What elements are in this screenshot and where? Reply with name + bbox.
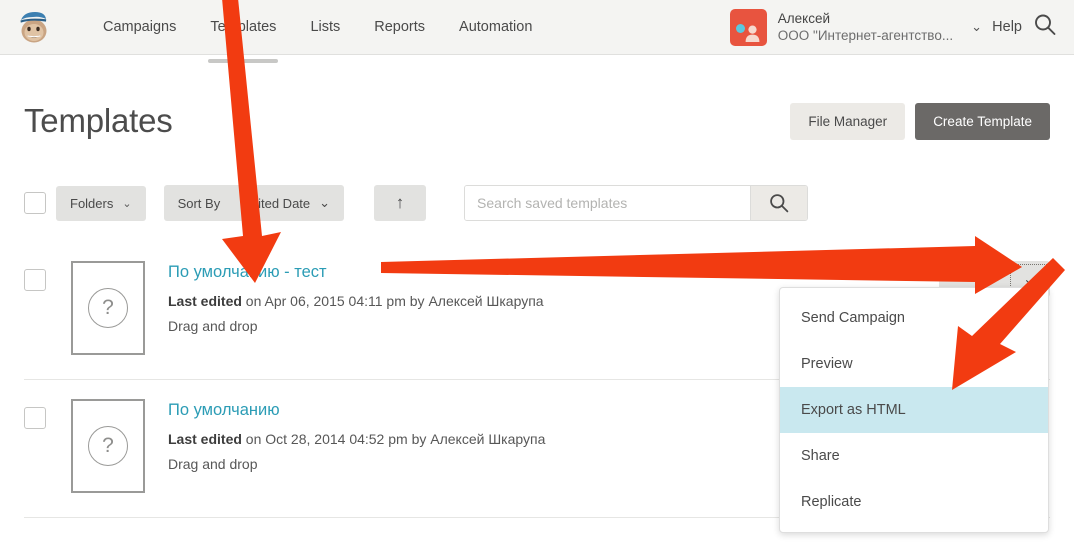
sort-direction-button[interactable]: ↑ [374, 185, 426, 221]
nav-label-campaigns: Campaigns [103, 19, 176, 35]
template-thumbnail: ? [71, 399, 145, 493]
menu-item-send-campaign[interactable]: Send Campaign [780, 295, 1048, 341]
menu-item-share[interactable]: Share [780, 433, 1048, 479]
account-text: Алексей ООО "Интернет-агентство... [778, 10, 953, 45]
avatar [730, 9, 767, 46]
search-input[interactable] [465, 186, 750, 220]
folders-dropdown[interactable]: Folders ⌄ [56, 186, 146, 221]
chevron-down-icon: ⌄ [319, 195, 330, 211]
search-templates-box [464, 185, 808, 221]
nav-label-reports: Reports [374, 19, 425, 35]
nav-label-lists: Lists [310, 19, 340, 35]
last-edited-value: on Apr 06, 2015 04:11 pm by Алексей Шкар… [242, 293, 544, 309]
folders-label: Folders [70, 196, 113, 211]
create-template-button[interactable]: Create Template [915, 103, 1050, 140]
template-type: Drag and drop [168, 456, 545, 472]
templates-toolbar: Folders ⌄ Sort By Edited Date ⌄ ↑ [24, 185, 1050, 221]
template-last-edited: Last edited on Apr 06, 2015 04:11 pm by … [168, 293, 544, 309]
question-mark-icon: ? [88, 426, 128, 466]
template-name-link[interactable]: По умолчанию - тест [168, 263, 327, 282]
menu-item-replicate[interactable]: Replicate [780, 479, 1048, 525]
search-icon [769, 193, 789, 213]
mailchimp-logo-icon[interactable] [14, 7, 54, 47]
page-title: Templates [24, 102, 173, 140]
row-checkbox[interactable] [24, 269, 46, 291]
template-name-link[interactable]: По умолчанию [168, 401, 280, 420]
chevron-down-icon: ⌄ [122, 197, 131, 210]
row-checkbox[interactable] [24, 407, 46, 429]
last-edited-label: Last edited [168, 431, 242, 447]
top-navigation-bar: Campaigns Templates Lists Reports Automa… [0, 0, 1074, 55]
chevron-down-icon[interactable]: ⌄ [971, 19, 982, 35]
template-last-edited: Last edited on Oct 28, 2014 04:52 pm by … [168, 431, 545, 447]
sort-by-group: Sort By Edited Date ⌄ [164, 185, 344, 221]
nav-item-campaigns[interactable]: Campaigns [86, 0, 193, 54]
menu-item-export-as-html[interactable]: Export as HTML [780, 387, 1048, 433]
nav-label-templates: Templates [210, 19, 276, 35]
template-type: Drag and drop [168, 318, 544, 334]
search-submit-button[interactable] [750, 186, 807, 220]
row-options-dropdown-menu: Send Campaign Preview Export as HTML Sha… [779, 287, 1049, 533]
help-link[interactable]: Help [992, 19, 1022, 35]
nav-label-automation: Automation [459, 19, 532, 35]
sort-by-dropdown[interactable]: Edited Date ⌄ [232, 185, 344, 221]
select-all-checkbox[interactable] [24, 192, 46, 214]
search-icon[interactable] [1034, 14, 1056, 41]
account-org: ООО "Интернет-агентство... [778, 27, 953, 44]
nav-item-lists[interactable]: Lists [293, 0, 357, 54]
page-header-actions: File Manager Create Template [790, 103, 1050, 140]
nav-item-automation[interactable]: Automation [442, 0, 549, 54]
page-header: Templates File Manager Create Template [24, 55, 1050, 140]
person-icon [745, 25, 760, 42]
main-nav: Campaigns Templates Lists Reports Automa… [86, 0, 549, 54]
sort-by-label: Sort By [164, 186, 233, 221]
account-name: Алексей [778, 10, 953, 27]
account-menu[interactable]: Алексей ООО "Интернет-агентство... ⌄ [730, 0, 982, 54]
template-info: По умолчанию - тест Last edited on Apr 0… [168, 261, 544, 334]
last-edited-value: on Oct 28, 2014 04:52 pm by Алексей Шкар… [242, 431, 545, 447]
template-thumbnail: ? [71, 261, 145, 355]
nav-item-reports[interactable]: Reports [357, 0, 442, 54]
menu-item-preview[interactable]: Preview [780, 341, 1048, 387]
nav-item-templates[interactable]: Templates [193, 0, 293, 54]
question-mark-icon: ? [88, 288, 128, 328]
template-info: По умолчанию Last edited on Oct 28, 2014… [168, 399, 545, 472]
avatar-status-dot [736, 24, 745, 33]
file-manager-button[interactable]: File Manager [790, 103, 905, 140]
last-edited-label: Last edited [168, 293, 242, 309]
sort-by-value: Edited Date [242, 196, 310, 211]
